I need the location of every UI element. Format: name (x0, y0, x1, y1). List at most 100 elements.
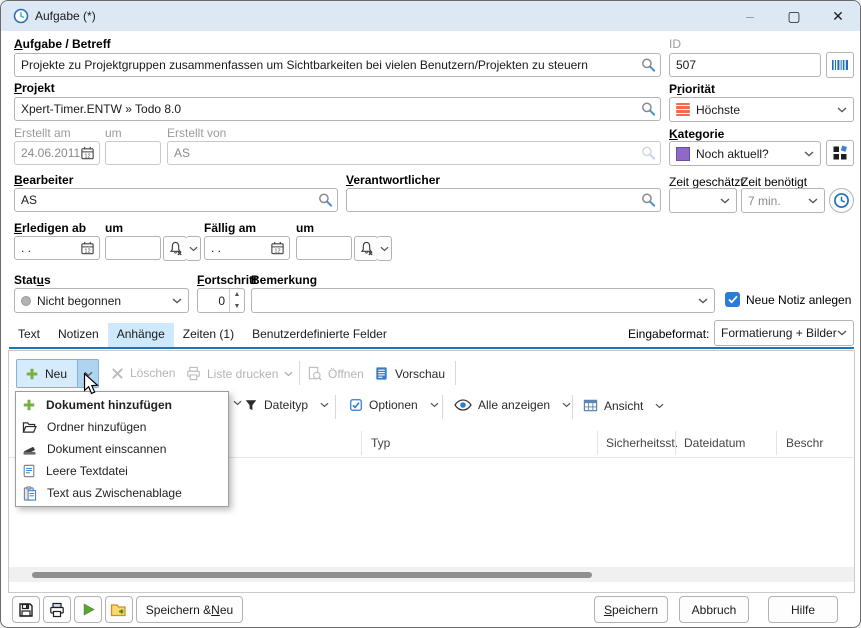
faellig-am-date[interactable] (204, 236, 290, 260)
column-header-dateidatum[interactable]: Dateidatum (684, 436, 745, 450)
loeschen-button: Löschen (111, 366, 175, 380)
checkbox-checked-icon[interactable] (725, 292, 740, 307)
faellig-um-input[interactable] (296, 236, 352, 260)
folder-export-icon (110, 602, 128, 618)
calendar-icon[interactable] (270, 241, 285, 256)
um-label: um (105, 126, 122, 140)
status-combo[interactable]: Nicht begonnen (14, 288, 189, 313)
liste-drucken-label: Liste drucken (207, 367, 278, 381)
maximize-button[interactable]: ▢ (772, 1, 816, 31)
reminder-clear-button[interactable] (354, 236, 378, 261)
barcode-button[interactable] (826, 52, 854, 78)
text-file-icon (22, 464, 36, 478)
reminder-dropdown-button[interactable] (186, 236, 201, 261)
fortschritt-spinner[interactable]: 0 ▲ ▼ (197, 288, 245, 313)
export-folder-button[interactable] (105, 596, 133, 623)
kategorie-value: Noch aktuell? (696, 147, 769, 161)
chevron-down-icon (320, 402, 329, 408)
zeit-geschaetzt-combo[interactable] (669, 188, 737, 213)
verantwortlicher-input[interactable] (346, 188, 661, 212)
fortschritt-label: Fortschritt (197, 273, 257, 287)
horizontal-scrollbar[interactable] (9, 567, 854, 582)
task-dialog-window: Aufgabe (*) – ▢ ✕ Aufgabe / Betreff ID P… (0, 0, 861, 628)
spin-down-button[interactable]: ▼ (230, 301, 244, 313)
bearbeiter-label: Bearbeiter (14, 173, 73, 187)
start-timer-button[interactable] (74, 596, 102, 623)
scrollbar-thumb[interactable] (32, 572, 592, 578)
tab-anhaenge[interactable]: Anhänge (108, 323, 174, 347)
projekt-input-text[interactable] (21, 102, 654, 116)
neue-notiz-checkbox-group[interactable]: Neue Notiz anlegen (725, 292, 851, 307)
speichern-button[interactable]: Speichern (594, 596, 668, 623)
category-color-swatch (676, 147, 690, 161)
erstellt-um-text (112, 146, 154, 160)
menu-item-text-aus-zwischenablage[interactable]: Text aus Zwischenablage (16, 482, 228, 504)
window-title: Aufgabe (*) (35, 9, 96, 23)
bearbeiter-text[interactable] (21, 193, 331, 207)
chevron-down-icon (720, 198, 730, 204)
print-icon-button[interactable] (43, 596, 71, 623)
zeit-geschaetzt-label: Zeit geschätzt (669, 175, 744, 189)
tab-text[interactable]: Text (9, 323, 49, 347)
search-icon[interactable] (641, 58, 656, 73)
id-input-text[interactable] (676, 58, 814, 72)
calendar-icon[interactable] (80, 241, 95, 256)
faellig-um-text[interactable] (303, 241, 345, 255)
save-icon-button[interactable] (12, 596, 40, 623)
kategorie-combo[interactable]: Noch aktuell? (669, 141, 821, 166)
eingabeformat-combo[interactable]: Formatierung + Bilder (714, 320, 854, 346)
minimize-button[interactable]: – (728, 1, 772, 31)
menu-item-ordner-hinzufuegen[interactable]: Ordner hinzufügen (16, 416, 228, 438)
tab-notizen[interactable]: Notizen (49, 323, 108, 347)
time-tracking-button[interactable] (829, 188, 854, 213)
search-icon[interactable] (318, 193, 333, 208)
ansicht-button[interactable]: Ansicht (583, 398, 664, 413)
column-header-typ[interactable]: Typ (371, 436, 390, 450)
tab-zeiten[interactable]: Zeiten (1) (174, 323, 243, 347)
erledigen-um-input[interactable] (105, 236, 161, 260)
bemerkung-combo[interactable] (251, 288, 715, 313)
um-label: um (296, 221, 314, 235)
erledigen-ab-date[interactable] (14, 236, 100, 260)
menu-item-dokument-hinzufuegen[interactable]: Dokument hinzufügen (16, 394, 228, 416)
projekt-label: Projekt (14, 81, 55, 95)
aufgabe-input[interactable] (14, 53, 661, 77)
menu-item-dokument-einscannen[interactable]: Dokument einscannen (16, 438, 228, 460)
aufgabe-input-text[interactable] (21, 58, 654, 72)
optionen-button[interactable]: Optionen (349, 398, 439, 412)
vorschau-button[interactable]: Vorschau (374, 366, 445, 381)
close-button[interactable]: ✕ (816, 1, 860, 31)
prioritaet-combo[interactable]: Höchste (669, 97, 854, 122)
abbruch-button[interactable]: Abbruch (679, 596, 749, 623)
column-header-beschreibung[interactable]: Beschr (786, 436, 848, 450)
menu-item-label: Dokument einscannen (47, 442, 166, 456)
dateityp-label: Dateityp (264, 398, 308, 412)
bearbeiter-input[interactable] (14, 188, 338, 212)
reminder-clear-button[interactable] (163, 236, 187, 261)
search-icon[interactable] (641, 102, 656, 117)
speichern-und-neu-button[interactable]: Speichern & Neu (136, 596, 243, 623)
search-icon[interactable] (641, 193, 656, 208)
id-input[interactable] (669, 53, 821, 77)
zeit-benoetigt-combo[interactable]: 7 min. (741, 188, 825, 213)
clock-icon (833, 192, 850, 209)
dateityp-filter-button[interactable]: Dateityp (244, 398, 329, 412)
toolbar-separator (455, 361, 456, 385)
hilfe-button[interactable]: Hilfe (768, 596, 838, 623)
column-header-sicherheitsstufe[interactable]: Sicherheitsst. (606, 436, 678, 450)
category-picker-button[interactable] (826, 140, 854, 166)
column-separator (597, 431, 598, 455)
menu-item-leere-textdatei[interactable]: Leere Textdatei (16, 460, 228, 482)
tab-benutzerdefinierte-felder[interactable]: Benutzerdefinierte Felder (243, 323, 396, 347)
projekt-input[interactable] (14, 97, 661, 121)
alle-anzeigen-button[interactable]: Alle anzeigen (454, 398, 571, 412)
erstellt-von-input (167, 141, 661, 165)
neu-button[interactable]: Neu (17, 360, 77, 387)
spin-up-button[interactable]: ▲ (230, 289, 244, 301)
search-icon (641, 146, 656, 161)
verantwortlicher-text[interactable] (353, 193, 654, 207)
chevron-down-icon (698, 298, 708, 304)
erledigen-um-text[interactable] (112, 241, 154, 255)
reminder-dropdown-button[interactable] (377, 236, 392, 261)
zeit-benoetigt-label: Zeit benötigt (741, 175, 807, 189)
